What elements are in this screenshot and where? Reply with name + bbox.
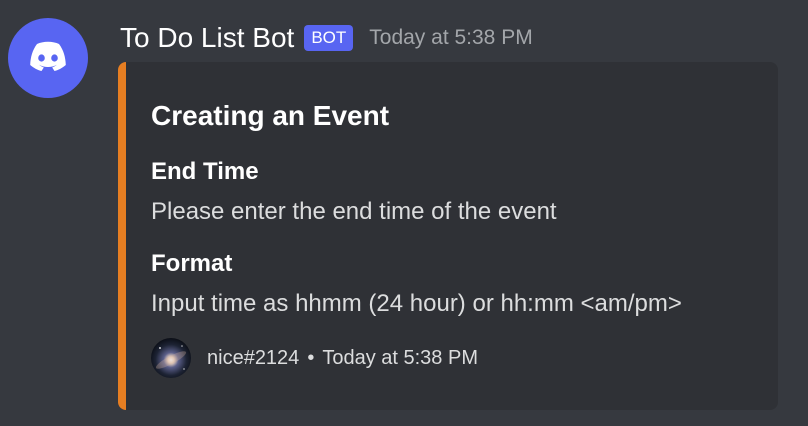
message-header: To Do List Bot BOT Today at 5:38 PM [120, 18, 533, 58]
embed-field-name: Format [151, 250, 233, 277]
embed-footer-author: nice#2124 [207, 347, 300, 369]
author-name[interactable]: To Do List Bot [120, 18, 294, 58]
message-embed: Creating an Event End Time Please enter … [118, 62, 778, 410]
chat-message: To Do List Bot BOT Today at 5:38 PM Crea… [0, 0, 808, 426]
bot-avatar[interactable] [8, 18, 88, 98]
embed-footer-timestamp: Today at 5:38 PM [322, 347, 478, 369]
embed-title: Creating an Event [151, 100, 390, 131]
message-timestamp: Today at 5:38 PM [369, 26, 533, 49]
embed-accent-bar [118, 62, 126, 410]
embed-field-value: Input time as hhmm (24 hour) or hh:mm <a… [151, 290, 682, 317]
embed-field-name: End Time [151, 158, 259, 185]
galaxy-avatar-icon [151, 338, 191, 378]
embed-field-value: Please enter the end time of the event [151, 198, 557, 225]
footer-separator: • [307, 346, 315, 369]
embed-footer: nice#2124 • Today at 5:38 PM [151, 338, 478, 378]
bot-badge: BOT [304, 25, 354, 51]
discord-logo-icon [30, 41, 66, 71]
